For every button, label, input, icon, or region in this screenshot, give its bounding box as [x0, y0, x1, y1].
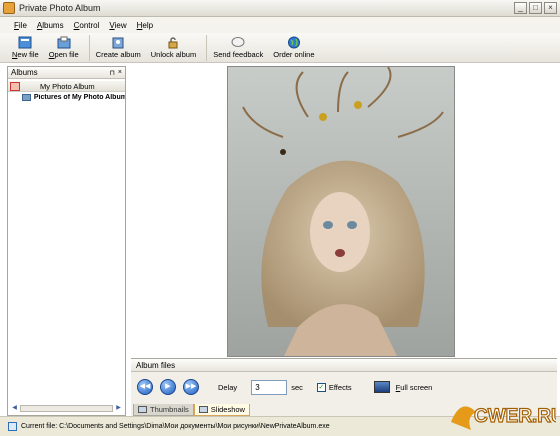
album-files-header: Album files — [131, 359, 557, 372]
scroll-left-icon[interactable]: ◀ — [10, 404, 19, 413]
order-online-button[interactable]: Order online — [273, 33, 315, 59]
delay-input[interactable] — [251, 379, 288, 395]
horizontal-scrollbar[interactable]: ◀ ▶ — [10, 404, 123, 413]
new-file-button[interactable]: New file — [12, 33, 39, 59]
create-album-label: Create album — [95, 50, 141, 59]
close-button[interactable]: × — [544, 2, 557, 14]
maximize-button[interactable]: □ — [529, 2, 542, 14]
albums-panel-header: Albums ⊓ × — [8, 67, 125, 79]
new-file-label: New file — [12, 50, 39, 59]
menu-help[interactable]: Help — [137, 21, 153, 30]
albums-panel: Albums ⊓ × My Photo Album Pictures of My… — [7, 66, 126, 416]
menu-albums[interactable]: Albums — [37, 21, 64, 30]
window-controls: _ □ × — [514, 2, 557, 14]
photo-image — [228, 67, 454, 356]
tab-thumbnails-label: Thumbnails — [150, 405, 189, 414]
full-screen-icon[interactable] — [373, 381, 390, 393]
open-file-label: Open file — [48, 50, 79, 59]
albums-panel-title: Albums — [11, 68, 38, 77]
menu-file[interactable]: File — [14, 21, 27, 30]
tab-slideshow[interactable]: Slideshow — [193, 404, 250, 416]
lock-icon — [165, 35, 181, 49]
minimize-button[interactable]: _ — [514, 2, 527, 14]
unlock-album-button[interactable]: Unlock album — [151, 33, 196, 59]
photo[interactable] — [227, 66, 455, 357]
effects-label: Effects — [328, 382, 352, 392]
photo-viewer — [131, 66, 557, 358]
sec-label: sec — [291, 382, 303, 392]
slideshow-icon — [198, 406, 208, 413]
album-name: My Photo Album — [40, 81, 95, 91]
scrollbar-track[interactable] — [20, 405, 113, 412]
send-feedback-label: Send feedback — [213, 50, 264, 59]
previous-icon[interactable]: ◀◀ — [137, 379, 153, 395]
globe-icon — [286, 35, 302, 49]
tab-thumbnails[interactable]: Thumbnails — [133, 404, 194, 416]
status-text: Current file: C:\Documents and Settings\… — [21, 423, 330, 430]
next-icon[interactable]: ▶▶ — [183, 379, 199, 395]
pin-icon[interactable]: ⊓ — [109, 69, 114, 77]
open-file-button[interactable]: Open file — [49, 33, 79, 59]
watermark-logo: CWER.RU — [451, 405, 556, 430]
status-file-icon — [8, 422, 17, 431]
effects-checkbox[interactable]: ✓ — [316, 382, 326, 392]
toolbar-separator — [206, 35, 208, 61]
send-feedback-button[interactable]: Send feedback — [213, 33, 263, 59]
window-title: Private Photo Album — [19, 3, 101, 13]
open-file-icon — [56, 35, 72, 49]
svg-text:CWER.RU: CWER.RU — [474, 406, 556, 427]
create-album-button[interactable]: Create album — [96, 33, 141, 59]
menu-view[interactable]: View — [109, 21, 126, 30]
scroll-right-icon[interactable]: ▶ — [114, 404, 123, 413]
close-panel-icon[interactable]: × — [118, 69, 122, 77]
thumbnails-icon — [138, 406, 147, 413]
delay-label: Delay — [218, 382, 238, 392]
toolbar: New file Open file Create album Unlock a… — [0, 33, 560, 63]
pictures-icon — [22, 94, 31, 101]
full-screen-button[interactable]: Full screen — [396, 383, 433, 392]
unlock-album-label: Unlock album — [150, 50, 197, 59]
menu-control[interactable]: Control — [74, 21, 100, 30]
order-online-label: Order online — [273, 50, 315, 59]
menu-bar: File Albums Control View Help — [0, 17, 560, 33]
play-icon[interactable]: ▶ — [160, 379, 176, 395]
album-selector[interactable]: My Photo Album — [8, 81, 125, 92]
new-file-icon — [17, 35, 33, 49]
tree-item[interactable]: Pictures of My Photo Album — [8, 92, 125, 103]
tree-item-label: Pictures of My Photo Album — [33, 94, 125, 101]
toolbar-separator — [88, 35, 90, 61]
app-icon — [3, 2, 15, 14]
title-bar: Private Photo Album _ □ × — [0, 0, 560, 17]
tab-slideshow-label: Slideshow — [210, 405, 245, 414]
album-files-title: Album files — [136, 360, 176, 370]
feedback-icon — [230, 35, 246, 49]
create-album-icon — [110, 35, 126, 49]
album-icon — [10, 81, 20, 91]
